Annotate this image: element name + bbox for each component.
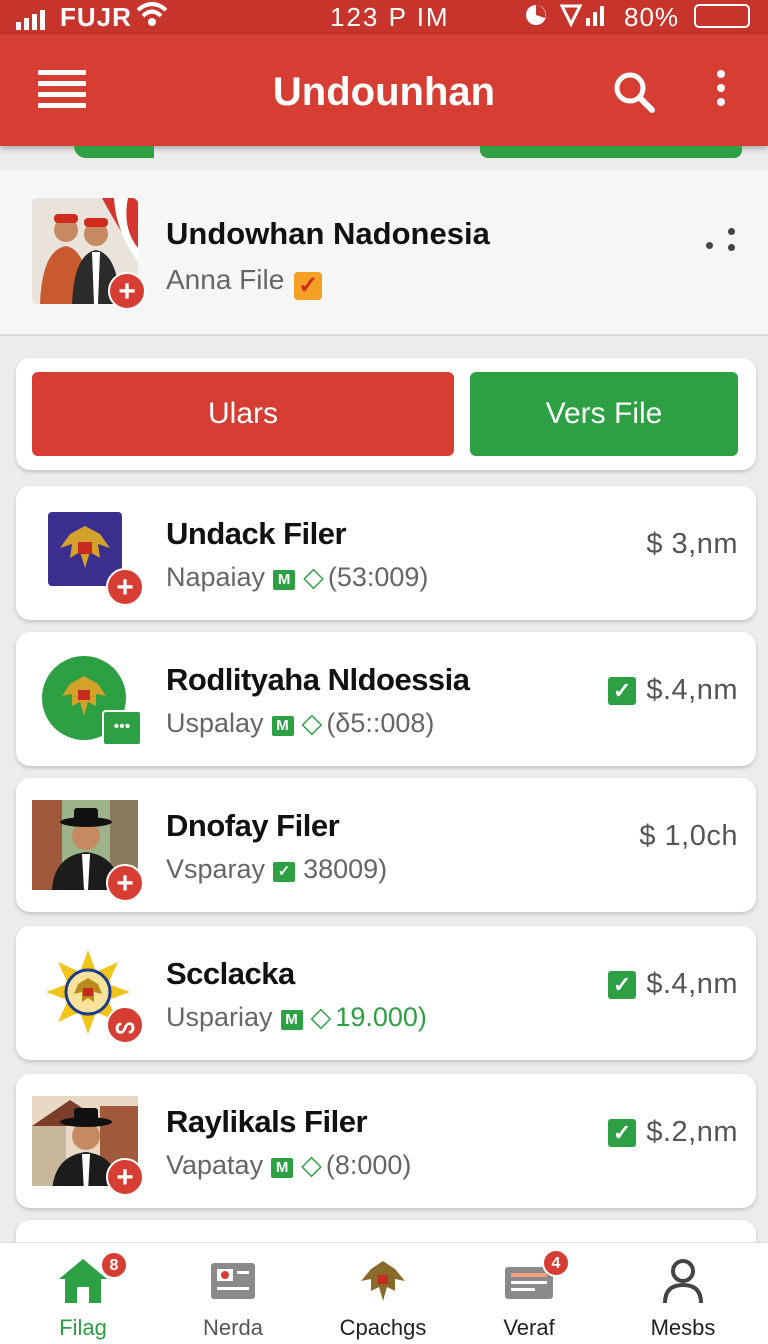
tab-indicator-left <box>74 146 154 158</box>
profile-name: Undowhan Nadonesia <box>166 216 490 251</box>
overflow-menu-icon[interactable] <box>714 70 728 110</box>
profile-options-icon[interactable] <box>706 228 740 256</box>
add-item-badge-icon[interactable]: + <box>106 1158 144 1196</box>
item-meta: Napaiay M ◇ (53:009) <box>166 562 428 593</box>
nav-badge: 4 <box>542 1249 570 1277</box>
clock: 123 P IM <box>330 2 450 32</box>
verified-check-icon: ✓ <box>608 1119 637 1147</box>
add-item-badge-icon[interactable]: + <box>106 864 144 902</box>
tag-icon: ◇ <box>310 1002 332 1032</box>
battery-percent: 80% <box>624 2 680 32</box>
bottom-navigation: 8 Filag Nerda Cpachgs 4 Veraf Mesbs <box>0 1242 768 1344</box>
list-item[interactable]: + Raylikals Filer Vapatay M ◇ (8:000) ✓ $.2,… <box>16 1074 756 1208</box>
action-bar: Ulars Vers File <box>16 358 756 470</box>
item-title: Scclacka <box>166 956 295 991</box>
checkbox-icon: ✓ <box>294 272 323 300</box>
item-price: ✓ $.4,nm <box>608 968 738 1001</box>
app-bar: Undounhan <box>0 34 768 146</box>
nav-item-nerda[interactable]: Nerda <box>158 1243 308 1344</box>
item-price: ✓ $.4,nm <box>608 674 738 707</box>
item-meta: Uspariay M ◇ 19.000) <box>166 1002 427 1033</box>
nav-badge: 8 <box>100 1251 128 1279</box>
item-price: ✓ $.2,nm <box>608 1116 738 1149</box>
primary-action-button[interactable]: Ulars <box>32 372 454 456</box>
item-meta-label: Vsparay <box>166 854 266 884</box>
item-meta: Vsparay ✓ 38009) <box>166 854 387 885</box>
dots-badge-icon: ••• <box>102 710 142 746</box>
item-meta-label: Vapatay <box>166 1150 264 1180</box>
item-price: $ 3,nm <box>646 528 738 561</box>
item-meta-value: (8:000) <box>325 1150 412 1180</box>
secondary-action-button[interactable]: Vers File <box>470 372 738 456</box>
nav-label: Mesbs <box>650 1315 716 1340</box>
verified-check-icon: ✓ <box>608 677 637 705</box>
tab-indicators <box>0 146 768 160</box>
nav-label: Filag <box>59 1315 107 1340</box>
tab-indicator-right <box>480 146 742 158</box>
add-profile-badge-icon[interactable]: + <box>108 272 146 310</box>
link-badge-icon[interactable]: ᔕ <box>106 1006 144 1044</box>
nav-item-filag[interactable]: 8 Filag <box>8 1243 158 1344</box>
m-badge-icon: M <box>280 1010 303 1030</box>
item-price-text: $.2,nm <box>646 1116 738 1148</box>
item-price: $ 1,0ch <box>639 820 738 853</box>
item-meta-value: (53:009) <box>327 562 429 592</box>
item-meta-value: (δ5::008) <box>326 708 435 738</box>
item-title: Undack Filer <box>166 516 347 551</box>
item-price-text: $.4,nm <box>646 674 738 706</box>
item-meta-value: 19.000) <box>335 1002 427 1032</box>
verified-check-icon: ✓ <box>608 971 637 999</box>
item-price-text: $ 1,0ch <box>639 820 738 852</box>
m-badge-icon: M <box>273 570 296 590</box>
check-badge-icon: ✓ <box>273 862 296 882</box>
item-price-text: $.4,nm <box>646 968 738 1000</box>
person-icon <box>657 1257 709 1305</box>
nav-label: Veraf <box>503 1315 555 1340</box>
list-item[interactable]: ••• Rodlityaha Nldoessia Uspalay M ◇ (δ5::0… <box>16 632 756 766</box>
wifi-icon <box>136 0 168 35</box>
tag-icon: ◇ <box>301 1150 322 1180</box>
item-meta: Uspalay M ◇ (δ5::008) <box>166 708 434 739</box>
item-meta-label: Uspariay <box>166 1002 273 1032</box>
add-item-badge-icon[interactable]: + <box>106 568 144 606</box>
news-card-icon <box>207 1257 259 1305</box>
item-meta: Vapatay M ◇ (8:000) <box>166 1150 411 1181</box>
item-price-text: $ 3,nm <box>646 528 738 560</box>
nav-item-veraf[interactable]: 4 Veraf <box>454 1243 604 1344</box>
nav-label: Nerda <box>203 1315 263 1340</box>
item-meta-value: 38009) <box>303 854 388 884</box>
profile-header[interactable]: + Undowhan Nadonesia Anna File ✓ <box>0 170 768 336</box>
tag-icon: ◇ <box>303 562 324 592</box>
list-item[interactable]: + Undack Filer Napaiay M ◇ (53:009) $ 3,nm <box>16 486 756 620</box>
item-meta-label: Napaiay <box>166 562 266 592</box>
nav-item-mesbs[interactable]: Mesbs <box>608 1243 758 1344</box>
tag-icon: ◇ <box>301 708 323 738</box>
item-title: Rodlityaha Nldoessia <box>166 662 470 697</box>
profile-subtitle-text: Anna File <box>166 264 285 295</box>
item-title: Raylikals Filer <box>166 1104 368 1139</box>
battery-icon <box>694 4 750 28</box>
carrier-name: FUJR <box>60 2 132 32</box>
m-badge-icon: M <box>271 1158 294 1178</box>
system-icons <box>524 2 616 35</box>
list-item[interactable]: + Dnofay Filer Vsparay ✓ 38009) $ 1,0ch <box>16 778 756 916</box>
item-meta-label: Uspalay <box>166 708 264 738</box>
list-item[interactable]: ᔕ Scclacka Uspariay M ◇ 19.000) ✓ $.4,nm <box>16 926 756 1060</box>
signal-icon <box>16 6 50 37</box>
profile-subtitle: Anna File ✓ <box>166 264 323 300</box>
nav-item-cpachgs[interactable]: Cpachgs <box>308 1243 458 1344</box>
status-bar: FUJR 123 P IM 80% <box>0 0 768 34</box>
garuda-emblem-icon <box>357 1257 409 1305</box>
item-title: Dnofay Filer <box>166 808 340 843</box>
m-badge-icon: M <box>271 716 294 736</box>
search-icon[interactable] <box>612 70 656 114</box>
nav-label: Cpachgs <box>339 1315 427 1340</box>
